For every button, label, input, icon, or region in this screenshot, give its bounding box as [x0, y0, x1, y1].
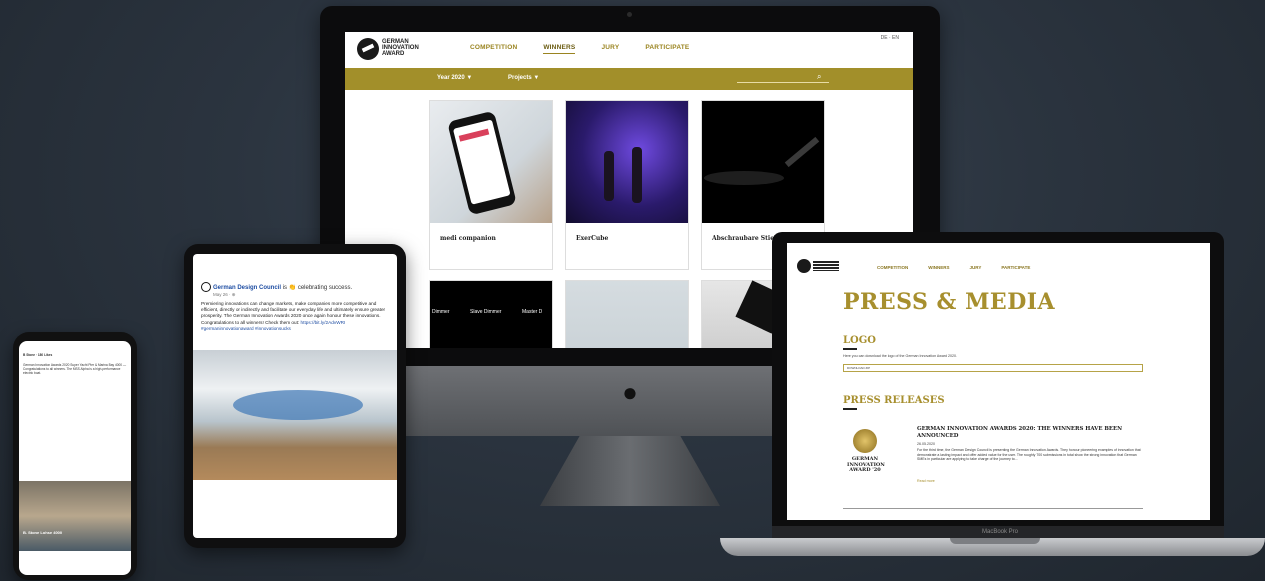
filter-bar: Year 2020 ▼ Projects ▼ ⌕ — [345, 68, 913, 90]
news-title[interactable]: GERMAN INNOVATION AWARDS 2020: THE WINNE… — [917, 426, 1147, 439]
nav-competition[interactable]: COMPETITION — [470, 44, 517, 54]
phone-photo-caption: B. Stone Lohse 4000 — [23, 530, 63, 535]
card-title: Abschraubare Stiel — [712, 235, 777, 242]
laptop-notch — [950, 538, 1040, 544]
nav-winners[interactable]: WINNERS — [543, 44, 576, 54]
card-title: ExerCube — [576, 235, 609, 242]
download-zip-button[interactable]: DOWNLOAD ZIP — [843, 364, 1143, 372]
heading-underline — [843, 348, 857, 350]
nav-jury[interactable]: JURY — [601, 44, 619, 54]
search-input[interactable] — [737, 82, 829, 83]
winner-card-exercube[interactable]: ExerCube — [565, 100, 689, 270]
news-body: For the third time, the German Design Co… — [917, 448, 1141, 462]
press-releases-heading: PRESS RELEASES — [843, 395, 945, 406]
logo-heading: LOGO — [843, 335, 876, 346]
logo-description: Here you can download the logo of the Ge… — [843, 354, 958, 358]
post-date: May 26 · ⊕ — [213, 292, 236, 297]
post-link[interactable]: https://bit.ly/2AdvWRI — [301, 320, 346, 325]
main-nav: COMPETITION WINNERS JURY PARTICIPATE — [470, 44, 689, 54]
read-more-link[interactable]: Read more — [917, 479, 935, 483]
laptop-site-logo[interactable] — [797, 259, 839, 275]
phone-post-text: German Innovation Awards 2020 Super Yach… — [23, 363, 127, 376]
winner-card-dimmer[interactable]: Dimmer Slave Dimmer Master D — [429, 280, 553, 348]
award-logo-icon — [357, 38, 379, 60]
projects-filter[interactable]: Projects ▼ — [508, 75, 539, 81]
phone-post-photo[interactable] — [19, 481, 131, 551]
gdc-avatar-icon[interactable] — [201, 282, 211, 292]
winner-card-5[interactable] — [565, 280, 689, 348]
post-body: Premiering innovations can change market… — [201, 301, 386, 331]
laptop-nav: COMPETITION WINNERS JURY PARTICIPATE — [877, 265, 1030, 270]
imac-camera — [627, 12, 632, 17]
laptop-screen: COMPETITION WINNERS JURY PARTICIPATE PRE… — [787, 243, 1210, 520]
award-logo-icon — [797, 259, 811, 273]
news-date: 26.05.2020 — [917, 442, 935, 446]
imac-stand — [540, 436, 720, 506]
tablet-screen: German Design Council is 👏 celebrating s… — [193, 254, 397, 538]
search-icon[interactable]: ⌕ — [817, 72, 821, 82]
phone-image — [447, 110, 517, 216]
card-image — [566, 101, 688, 223]
card-image: Dimmer Slave Dimmer Master D — [430, 281, 552, 348]
year-filter[interactable]: Year 2020 ▼ — [437, 75, 472, 81]
card-image — [430, 101, 552, 223]
phone-screen: B Stone · 180 Likes German Innovation Aw… — [19, 341, 131, 575]
post-photo[interactable] — [193, 350, 397, 480]
heading-underline — [843, 408, 857, 410]
language-switch[interactable]: DE · EN — [881, 35, 899, 41]
card-image — [566, 281, 688, 348]
german-innovation-award-logo[interactable]: GERMAN INNOVATION AWARD — [357, 38, 419, 62]
post-author[interactable]: German Design Council is 👏 celebrating s… — [213, 284, 352, 291]
page-title: PRESS & MEDIA — [843, 289, 1056, 315]
winner-card-medi-companion[interactable]: medi companion — [429, 100, 553, 270]
phone-post-header: B Stone · 180 Likes — [23, 353, 53, 357]
divider — [843, 508, 1143, 509]
apple-logo-icon: ● — [622, 377, 638, 407]
nav-participate[interactable]: PARTICIPATE — [645, 44, 689, 54]
award-badge-icon: GERMAN INNOVATION AWARD '20 — [847, 429, 885, 485]
card-title: medi companion — [440, 235, 496, 242]
nav-jury[interactable]: JURY — [970, 265, 982, 270]
card-image — [702, 101, 824, 223]
site-header: GERMAN INNOVATION AWARD COMPETITION WINN… — [345, 32, 913, 68]
nav-winners[interactable]: WINNERS — [928, 265, 949, 270]
post-hashtags[interactable]: #germaninnovationaward #innovationsucks — [201, 326, 291, 331]
nav-participate[interactable]: PARTICIPATE — [1001, 265, 1030, 270]
nav-competition[interactable]: COMPETITION — [877, 265, 908, 270]
